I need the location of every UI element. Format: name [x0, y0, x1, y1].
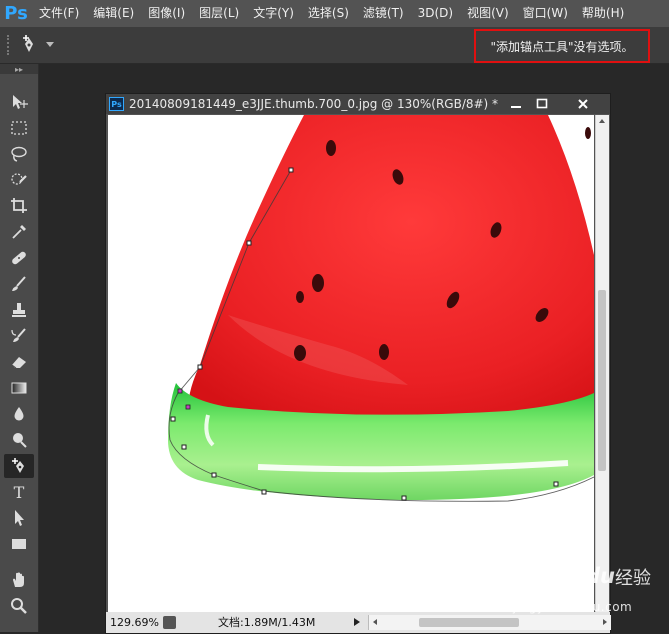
brush-icon[interactable]: [4, 272, 34, 296]
scroll-up-icon[interactable]: [599, 119, 605, 123]
document-size-info: 文档:1.89M/1.43M: [218, 616, 316, 629]
image-canvas[interactable]: [108, 115, 594, 612]
vertical-scroll-thumb[interactable]: [598, 290, 606, 471]
drop-icon[interactable]: [4, 402, 34, 426]
document-title: 20140809181449_e3JJE.thumb.700_0.jpg @ 1…: [129, 97, 499, 111]
toolbox-collapse-icon[interactable]: ▸▸: [0, 64, 38, 74]
bandage-icon[interactable]: [4, 246, 34, 270]
minimize-icon[interactable]: [504, 96, 528, 111]
crop-icon[interactable]: [4, 194, 34, 218]
close-icon[interactable]: [568, 96, 598, 111]
scroll-left-icon[interactable]: [373, 619, 377, 625]
status-menu-arrow-icon[interactable]: [354, 618, 360, 626]
move-icon[interactable]: [4, 90, 34, 114]
eraser-icon[interactable]: [4, 350, 34, 374]
document-window: Ps 20140809181449_e3JJE.thumb.700_0.jpg …: [105, 93, 611, 634]
menu-edit[interactable]: 编辑(E): [86, 0, 141, 27]
dodge-icon[interactable]: [4, 428, 34, 452]
toolbox: ▸▸ T: [0, 64, 39, 632]
watermark-site: jingyan.baidu.com: [513, 600, 633, 614]
history-brush-icon[interactable]: [4, 324, 34, 348]
menu-file[interactable]: 文件(F): [32, 0, 86, 27]
ps-document-icon: Ps: [109, 97, 124, 111]
gradient-icon[interactable]: [4, 376, 34, 400]
pen-plus-icon[interactable]: [4, 454, 34, 478]
app-logo: Ps: [4, 3, 28, 24]
zoom-level[interactable]: 129.69%: [110, 612, 159, 633]
menu-bar: Ps 文件(F) 编辑(E) 图像(I) 图层(L) 文字(Y) 选择(S) 滤…: [0, 0, 669, 27]
watermelon-image: [168, 115, 594, 502]
menu-help[interactable]: 帮助(H): [575, 0, 631, 27]
quick-selection-icon[interactable]: [4, 168, 34, 192]
options-message-highlight: "添加锚点工具"没有选项。: [474, 29, 650, 63]
menu-view[interactable]: 视图(V): [460, 0, 516, 27]
watermark-brand: Bai: [507, 562, 545, 586]
hand-icon[interactable]: [4, 568, 34, 592]
vertical-scrollbar[interactable]: [595, 115, 609, 612]
lasso-icon[interactable]: [4, 142, 34, 166]
magnifier-icon[interactable]: [4, 594, 34, 618]
baidu-watermark: Bai du 经验 jingyan.baidu.com: [507, 562, 651, 614]
menu-type[interactable]: 文字(Y): [246, 0, 301, 27]
add-anchor-point-pen-icon[interactable]: [19, 34, 41, 56]
menu-select[interactable]: 选择(S): [301, 0, 356, 27]
maximize-icon[interactable]: [530, 96, 554, 111]
menu-window[interactable]: 窗口(W): [516, 0, 575, 27]
menu-3d[interactable]: 3D(D): [411, 0, 460, 27]
horizontal-scroll-thumb[interactable]: [419, 618, 519, 627]
watermark-text: 经验: [615, 568, 651, 589]
rectangle-shape-icon[interactable]: [4, 532, 34, 556]
status-info-icon[interactable]: [163, 616, 176, 629]
rectangle-marquee-icon[interactable]: [4, 116, 34, 140]
document-title-bar[interactable]: Ps 20140809181449_e3JJE.thumb.700_0.jpg …: [106, 94, 610, 114]
grip-handle[interactable]: [7, 35, 12, 55]
eyedropper-icon[interactable]: [4, 220, 34, 244]
tool-preset-dropdown-icon[interactable]: [46, 42, 54, 47]
options-message: "添加锚点工具"没有选项。: [490, 39, 634, 54]
stamp-icon[interactable]: [4, 298, 34, 322]
paw-icon: [555, 562, 580, 586]
menu-image[interactable]: 图像(I): [141, 0, 192, 27]
path-select-icon[interactable]: [4, 506, 34, 530]
menu-layer[interactable]: 图层(L): [192, 0, 246, 27]
menu-filter[interactable]: 滤镜(T): [356, 0, 411, 27]
type-icon[interactable]: T: [4, 480, 34, 504]
